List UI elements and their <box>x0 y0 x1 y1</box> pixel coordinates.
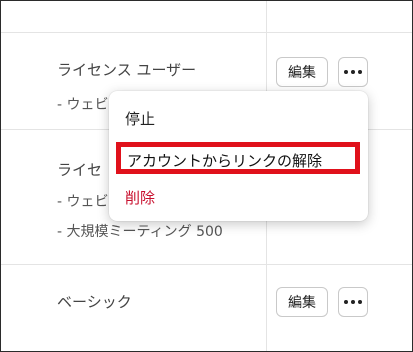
plan-feature: - ウェビ <box>57 194 109 210</box>
plans-table: ライセンス ユーザー - ウェビ 編集 ライセ - ウェビ - 大規模ミーティン… <box>0 0 413 352</box>
ellipsis-icon <box>344 70 362 74</box>
menu-item-delete[interactable]: 削除 <box>125 187 155 208</box>
plan-feature: - 大規模ミーティング 500 <box>57 224 223 240</box>
plan-title: ライセ <box>57 161 103 179</box>
menu-item-suspend[interactable]: 停止 <box>125 108 155 129</box>
row-divider <box>1 32 412 33</box>
row-divider <box>1 264 412 265</box>
menu-item-label: アカウントからリンクの解除 <box>127 152 323 170</box>
plan-feature: - ウェビ <box>57 97 109 113</box>
more-options-button[interactable] <box>338 287 368 317</box>
edit-button[interactable]: 編集 <box>276 57 328 87</box>
edit-button[interactable]: 編集 <box>276 287 328 317</box>
more-options-button[interactable] <box>338 57 368 87</box>
ellipsis-icon <box>344 300 362 304</box>
plan-title: ライセンス ユーザー <box>57 61 197 79</box>
plan-title: ベーシック <box>57 293 132 311</box>
actions-menu: 停止 アカウントからリンクの解除 削除 <box>109 91 368 221</box>
menu-item-unlink-account[interactable]: アカウントからリンクの解除 <box>116 142 360 174</box>
